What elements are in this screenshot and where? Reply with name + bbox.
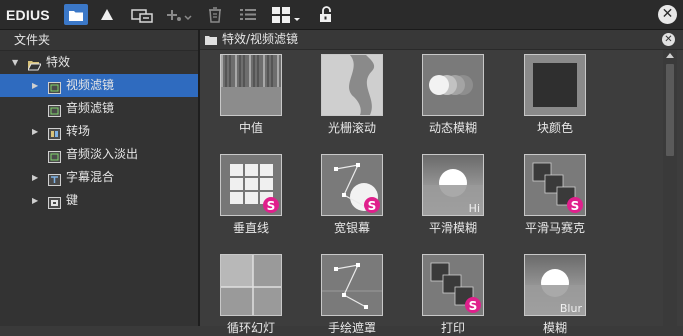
lock-button[interactable] — [316, 4, 336, 25]
tree-item[interactable]: ▶ 字幕混合 — [0, 166, 198, 189]
effect-link-button[interactable] — [130, 4, 154, 25]
folder-panel-title: 文件夹 — [0, 30, 198, 51]
effect-label: 光栅滚动 — [327, 121, 376, 135]
effect-label: 动态模糊 — [428, 121, 477, 135]
link-box-icon — [131, 8, 153, 23]
effect-thumbnail[interactable] — [321, 254, 383, 316]
tree-item-label: 特效 — [46, 55, 71, 69]
effects-panel-header: 特效/视频滤镜 ✕ — [200, 30, 683, 50]
svg-text:S: S — [368, 199, 377, 213]
filter-icon — [48, 148, 61, 163]
collapse-arrow-icon[interactable]: ▶ — [32, 120, 38, 143]
tree-item-label: 转场 — [66, 124, 91, 138]
effect-label: 宽银幕 — [333, 221, 370, 235]
collapse-arrow-icon[interactable]: ▶ — [32, 74, 38, 97]
effect-label: 中值 — [238, 121, 263, 135]
breadcrumb: 特效/视频滤镜 — [222, 32, 299, 46]
folder-open-icon — [27, 56, 42, 71]
tree-item-label: 视频滤镜 — [66, 78, 115, 92]
effect-label: 块颜色 — [536, 121, 573, 135]
effect-label: 平滑马赛克 — [524, 221, 585, 235]
collapse-arrow-icon[interactable]: ▶ — [32, 166, 38, 189]
folder-view-button[interactable] — [64, 4, 88, 25]
list-icon — [240, 9, 256, 20]
svg-text:Blur: Blur — [560, 302, 583, 315]
effect-thumbnail[interactable] — [321, 54, 383, 116]
transition-icon — [48, 125, 61, 140]
collapse-arrow-icon[interactable]: ▶ — [32, 189, 38, 212]
filter-icon — [48, 79, 61, 94]
effect-thumbnail[interactable]: S — [524, 154, 586, 216]
expand-arrow-icon[interactable]: ▼ — [12, 51, 18, 74]
effect-thumbnail[interactable]: Hi — [422, 154, 484, 216]
effect-thumbnail[interactable]: Blur — [524, 254, 586, 316]
effect-thumbnail[interactable]: S — [220, 154, 282, 216]
close-panel-button[interactable]: ✕ — [662, 33, 675, 46]
folder-icon — [205, 36, 217, 45]
close-icon: ✕ — [664, 34, 673, 45]
effect-thumbnail[interactable] — [220, 54, 282, 116]
folder-tree: ▼ 特效 ▶ 视频滤镜 音频滤镜 ▶ 转场 音频淡入淡出 ▶ 字幕混合 ▶ 键 — [0, 51, 198, 212]
delete-button[interactable] — [205, 4, 225, 25]
effect-label: 打印 — [440, 321, 465, 335]
tree-item[interactable]: ▼ 特效 — [0, 51, 198, 74]
effect-label: 垂直线 — [232, 221, 269, 235]
effect-up-button[interactable] — [97, 4, 117, 25]
effect-thumbnail[interactable]: S — [321, 154, 383, 216]
toolbar: EDIUS ✕ — [0, 0, 683, 30]
effect-thumbnail[interactable] — [524, 54, 586, 116]
app-brand: EDIUS — [6, 7, 50, 23]
key-icon — [48, 194, 61, 209]
tree-item[interactable]: ▶ 转场 — [0, 120, 198, 143]
effect-thumbnail[interactable] — [220, 254, 282, 316]
title-icon — [48, 171, 61, 186]
scrollbar-thumb[interactable] — [666, 64, 674, 156]
close-window-button[interactable]: ✕ — [658, 5, 677, 24]
effects-panel: 特效/视频滤镜 ✕ 中值 光栅滚动 动态模糊 块颜色 S 垂直线 S 宽银幕 Hi 平滑模糊 S 平滑… — [200, 30, 683, 335]
grid-icon — [272, 6, 300, 23]
effect-label: 循环幻灯 — [226, 321, 275, 335]
scroll-up-arrow-icon[interactable] — [666, 53, 674, 58]
effect-label: 平滑模糊 — [428, 221, 477, 235]
effect-label: 手绘遮罩 — [327, 321, 376, 335]
svg-text:S: S — [571, 199, 580, 213]
svg-text:Hi: Hi — [469, 202, 480, 215]
tree-item[interactable]: ▶ 视频滤镜 — [0, 74, 198, 97]
grid-view-button[interactable] — [270, 4, 304, 25]
add-effect-button[interactable] — [164, 4, 194, 25]
trash-icon — [209, 6, 221, 23]
unlock-icon — [320, 6, 331, 22]
folder-icon — [69, 10, 83, 21]
tree-item-label: 字幕混合 — [66, 170, 115, 184]
folder-panel: 文件夹 ▼ 特效 ▶ 视频滤镜 音频滤镜 ▶ 转场 音频淡入淡出 ▶ 字幕混合 ▶ 键 — [0, 30, 200, 326]
tree-item[interactable]: 音频滤镜 — [0, 97, 198, 120]
close-icon: ✕ — [661, 6, 674, 22]
svg-text:S: S — [267, 199, 276, 213]
effect-label: 模糊 — [542, 321, 567, 335]
plus-chevron-icon — [167, 9, 192, 21]
tree-item-label: 音频滤镜 — [66, 101, 115, 115]
tree-item-label: 音频淡入淡出 — [66, 147, 139, 161]
triangle-icon — [101, 9, 113, 20]
vertical-scrollbar[interactable] — [663, 50, 677, 326]
tree-item-label: 键 — [66, 193, 79, 207]
tree-item[interactable]: ▶ 键 — [0, 189, 198, 212]
tree-item[interactable]: 音频淡入淡出 — [0, 143, 198, 166]
svg-text:S: S — [469, 299, 478, 313]
filter-icon — [48, 102, 61, 117]
effect-thumbnail[interactable] — [422, 54, 484, 116]
list-view-button[interactable] — [238, 4, 258, 25]
effect-thumbnail[interactable]: S — [422, 254, 484, 316]
